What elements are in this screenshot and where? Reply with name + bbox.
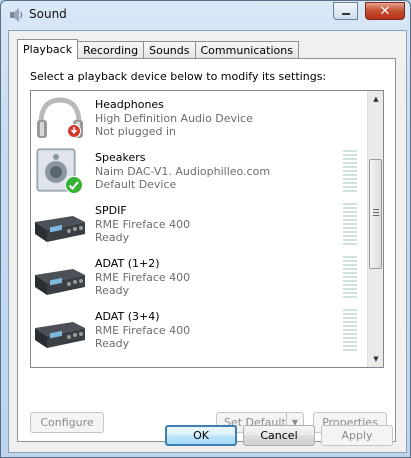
vertical-scrollbar[interactable]: ▲ ▼	[367, 91, 383, 367]
device-description: RME Fireface 400	[95, 324, 191, 337]
tab-recording[interactable]: Recording	[77, 41, 145, 59]
window-title: Sound	[29, 7, 67, 21]
volume-meter	[343, 256, 357, 302]
scroll-down-button[interactable]: ▼	[368, 351, 383, 367]
apply-button[interactable]: Apply	[321, 425, 393, 446]
unplugged-badge-icon	[67, 124, 81, 141]
audio-interface-icon	[33, 200, 87, 250]
scroll-up-button[interactable]: ▲	[368, 91, 383, 107]
playback-panel: Select a playback device below to modify…	[17, 58, 396, 442]
device-name: ADAT (1+2)	[95, 257, 160, 270]
minimize-icon	[341, 13, 350, 15]
title-bar[interactable]: Sound ✕	[1, 1, 410, 29]
scroll-thumb[interactable]	[369, 159, 382, 269]
device-description: RME Fireface 400	[95, 271, 191, 284]
close-icon: ✕	[379, 3, 391, 19]
speaker-icon	[8, 7, 24, 23]
tab-playback[interactable]: Playback	[17, 39, 79, 59]
device-description: Naim DAC-V1. Audiophilleo.com	[95, 165, 271, 178]
device-description: High Definition Audio Device	[95, 112, 253, 125]
device-status: Default Device	[95, 178, 177, 191]
instruction-text: Select a playback device below to modify…	[30, 70, 327, 83]
device-row-speakers[interactable]: Speakers Naim DAC-V1. Audiophilleo.com D…	[31, 146, 367, 199]
default-check-icon	[65, 176, 83, 197]
dialog-client-area: Playback Recording Sounds Communications…	[8, 30, 407, 453]
volume-meter	[343, 309, 357, 355]
ok-button[interactable]: OK	[165, 425, 237, 446]
minimize-button[interactable]	[333, 2, 358, 20]
device-status: Not plugged in	[95, 125, 177, 138]
device-row-adat-1-2[interactable]: ADAT (1+2) RME Fireface 400 Ready	[31, 252, 367, 305]
device-status: Ready	[95, 231, 130, 244]
device-row-spdif[interactable]: SPDIF RME Fireface 400 Ready	[31, 199, 367, 252]
sound-dialog-window: Sound ✕ Playback Recording Sounds Commun…	[0, 0, 411, 458]
device-row-headphones[interactable]: Headphones High Definition Audio Device …	[31, 93, 367, 146]
tab-sounds[interactable]: Sounds	[143, 41, 196, 59]
device-name: Headphones	[95, 98, 164, 111]
device-list[interactable]: Headphones High Definition Audio Device …	[30, 90, 384, 368]
device-name: Speakers	[95, 151, 146, 164]
device-name: ADAT (3+4)	[95, 310, 160, 323]
grip-icon	[373, 209, 379, 218]
volume-meter	[343, 203, 357, 249]
tab-strip: Playback Recording Sounds Communications	[17, 39, 299, 59]
device-status: Ready	[95, 337, 130, 350]
volume-meter	[343, 150, 357, 196]
device-description: RME Fireface 400	[95, 218, 191, 231]
tab-communications[interactable]: Communications	[194, 41, 299, 59]
audio-interface-icon	[33, 306, 87, 356]
audio-interface-icon	[33, 253, 87, 303]
configure-button[interactable]: Configure	[30, 412, 104, 433]
device-name: SPDIF	[95, 204, 127, 217]
cancel-button[interactable]: Cancel	[243, 425, 315, 446]
device-row-adat-3-4[interactable]: ADAT (3+4) RME Fireface 400 Ready	[31, 305, 367, 358]
device-status: Ready	[95, 284, 130, 297]
close-button[interactable]: ✕	[365, 2, 405, 20]
